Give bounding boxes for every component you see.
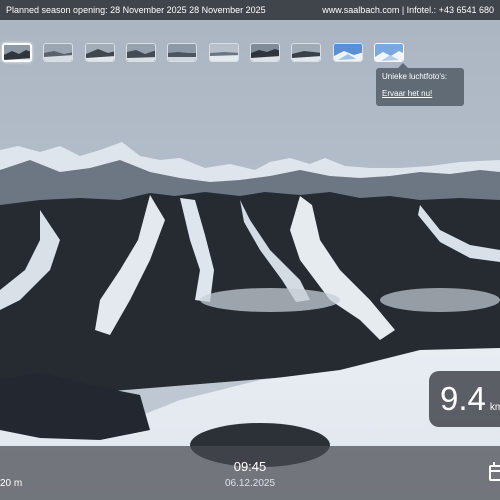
tooltip-link[interactable]: Ervaar het nu! <box>382 89 458 98</box>
camera-thumbnail-9[interactable] <box>333 43 363 62</box>
distance-unit: km <box>489 402 500 413</box>
camera-thumbnail-3[interactable] <box>85 43 115 62</box>
distance-badge: 9.4 km <box>429 371 500 427</box>
top-info-bar: Planned season opening: 28 November 2025… <box>0 0 500 20</box>
camera-thumbnail-10[interactable] <box>374 43 404 62</box>
distance-value: 9.4 <box>440 380 486 417</box>
aerial-photo-tooltip: Unieke luchtfoto's: Ervaar het nu! <box>376 63 464 106</box>
calendar-icon[interactable] <box>489 462 500 481</box>
contact-info-text[interactable]: www.saalbach.com | Infotel.: +43 6541 68… <box>322 0 494 20</box>
camera-thumbnail-7[interactable] <box>250 43 280 62</box>
capture-time: 09:45 <box>233 459 267 474</box>
camera-thumbnail-1[interactable] <box>2 43 32 62</box>
camera-thumbnail-6[interactable] <box>209 43 239 62</box>
bottom-info-bar: 20 m 09:45 06.12.2025 <box>0 446 500 500</box>
camera-thumbnail-5[interactable] <box>167 43 197 62</box>
camera-thumbnail-strip <box>0 43 500 65</box>
camera-thumbnail-8[interactable] <box>291 43 321 62</box>
capture-date: 06.12.2025 <box>224 478 276 489</box>
season-opening-text: Planned season opening: 28 November 2025… <box>6 5 266 15</box>
camera-thumbnail-4[interactable] <box>126 43 156 62</box>
tooltip-title: Unieke luchtfoto's: <box>382 72 448 81</box>
camera-thumbnail-2[interactable] <box>43 43 73 62</box>
